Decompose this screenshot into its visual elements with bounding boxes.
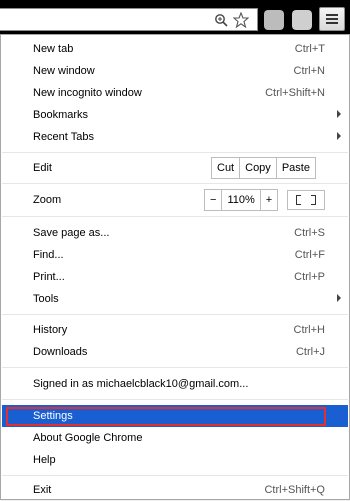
shortcut: Ctrl+Shift+Q — [264, 484, 325, 496]
menu-item-signed-in[interactable]: Signed in as michaelcblack10@gmail.com..… — [1, 373, 349, 395]
menu-item-help[interactable]: Help — [1, 449, 349, 471]
paste-button[interactable]: Paste — [275, 158, 315, 178]
edit-button-group: Cut Copy Paste — [211, 157, 316, 179]
menu-item-downloads[interactable]: Downloads Ctrl+J — [1, 341, 349, 363]
shortcut: Ctrl+F — [294, 249, 325, 261]
menu-item-bookmarks[interactable]: Bookmarks — [1, 104, 349, 126]
annotation-highlight-box — [6, 407, 326, 426]
menu-item-find[interactable]: Find... Ctrl+F — [1, 244, 349, 266]
menu-item-label: Downloads — [33, 346, 88, 358]
menu-item-label: Find... — [33, 249, 64, 261]
menu-item-new-tab[interactable]: New tab Ctrl+T — [1, 38, 349, 60]
menu-separator — [2, 152, 348, 153]
menu-item-label: Exit — [33, 484, 52, 496]
chrome-menu-button[interactable] — [319, 7, 345, 31]
menu-item-label: Tools — [33, 293, 59, 305]
submenu-arrow-icon — [337, 294, 341, 302]
shortcut: Ctrl+P — [294, 271, 325, 283]
shortcut: Ctrl+H — [293, 324, 325, 336]
signed-in-label: Signed in as michaelcblack10@gmail.com..… — [33, 378, 249, 390]
menu-separator — [2, 314, 348, 315]
menu-row-edit: Edit Cut Copy Paste — [1, 157, 349, 179]
zoom-out-button[interactable]: − — [205, 190, 221, 210]
copy-button[interactable]: Copy — [239, 158, 276, 178]
menu-item-save-page-as[interactable]: Save page as... Ctrl+S — [1, 222, 349, 244]
chrome-menu: New tab Ctrl+T New window Ctrl+N New inc… — [0, 34, 350, 500]
menu-item-history[interactable]: History Ctrl+H — [1, 319, 349, 341]
menu-row-zoom: Zoom − 110% + — [1, 189, 349, 211]
star-icon[interactable] — [233, 12, 249, 28]
menu-separator — [2, 183, 348, 184]
menu-item-print[interactable]: Print... Ctrl+P — [1, 266, 349, 288]
menu-item-label: Print... — [33, 271, 65, 283]
shortcut: Ctrl+N — [293, 65, 325, 77]
menu-separator — [2, 367, 348, 368]
menu-item-tools[interactable]: Tools — [1, 288, 349, 310]
menu-item-new-incognito-window[interactable]: New incognito window Ctrl+Shift+N — [1, 82, 349, 104]
menu-item-recent-tabs[interactable]: Recent Tabs — [1, 126, 349, 148]
menu-separator — [2, 475, 348, 476]
cut-button[interactable]: Cut — [212, 158, 239, 178]
zoom-label: Zoom — [33, 194, 62, 206]
zoom-level: 110% — [221, 190, 259, 210]
menu-item-settings[interactable]: Settings — [2, 405, 348, 427]
menu-item-label: About Google Chrome — [33, 432, 143, 444]
menu-item-label: Bookmarks — [33, 109, 89, 121]
zoom-in-button[interactable]: + — [259, 190, 277, 210]
menu-item-label: New incognito window — [33, 87, 142, 99]
menu-separator — [2, 399, 348, 400]
menu-item-label: Help — [33, 454, 56, 466]
shortcut: Ctrl+J — [295, 346, 325, 358]
address-bar[interactable] — [0, 8, 258, 31]
submenu-arrow-icon — [337, 132, 341, 140]
magnifier-icon[interactable] — [213, 12, 229, 28]
shortcut: Ctrl+T — [294, 43, 325, 55]
extension-icon[interactable] — [292, 10, 312, 30]
submenu-arrow-icon — [337, 110, 341, 118]
zoom-controls: − 110% + — [204, 189, 279, 211]
hamburger-icon — [326, 14, 338, 16]
menu-item-about-google-chrome[interactable]: About Google Chrome — [1, 427, 349, 449]
extension-icon[interactable] — [264, 10, 284, 30]
menu-item-label: New window — [33, 65, 95, 77]
shortcut: Ctrl+Shift+N — [265, 87, 325, 99]
menu-item-exit[interactable]: Exit Ctrl+Shift+Q — [1, 479, 349, 501]
menu-item-label: Save page as... — [33, 227, 110, 239]
fullscreen-button[interactable] — [287, 190, 325, 210]
edit-label: Edit — [33, 162, 52, 174]
browser-toolbar — [0, 0, 350, 36]
menu-item-label: History — [33, 324, 68, 336]
menu-item-new-window[interactable]: New window Ctrl+N — [1, 60, 349, 82]
menu-item-label: Recent Tabs — [33, 131, 94, 143]
shortcut: Ctrl+S — [294, 227, 325, 239]
menu-separator — [2, 216, 348, 217]
menu-item-label: New tab — [33, 43, 74, 55]
